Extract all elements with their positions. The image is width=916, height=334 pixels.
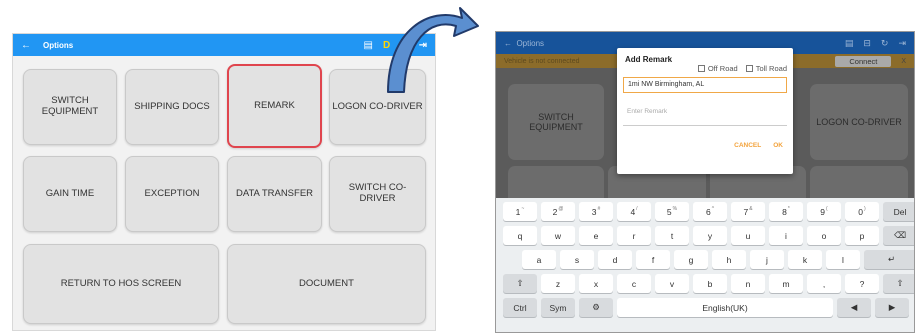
key-digit-5[interactable]: 5% (655, 202, 689, 221)
key-h[interactable]: h (712, 250, 746, 269)
switch-equipment-button-dimmed: SWITCH EQUIPMENT (508, 84, 604, 160)
message-icon: ▤ (844, 37, 854, 48)
key-backspace[interactable]: ⌫ (883, 226, 914, 245)
switch-equipment-button[interactable]: SWITCH EQUIPMENT (23, 69, 117, 145)
key-d[interactable]: d (598, 250, 632, 269)
key-digit-7[interactable]: 7 & (731, 202, 765, 221)
key-digit-6[interactable]: 6 ^ (693, 202, 727, 221)
page-title: Options (43, 40, 74, 50)
add-remark-screen: ← Options ▤ ⊟ ↻ ⇥ Vehicle is not connect… (495, 31, 915, 333)
on-screen-keyboard: 1 ~2 @3 #4/5% 6 ^ 7 & 8 * 9(0) Del q w e r t y u i o p ⌫ a s d f g h… (496, 198, 914, 332)
key-shift-left[interactable]: ⇧ (503, 274, 537, 293)
key-i[interactable]: i (769, 226, 803, 245)
location-field[interactable]: 1mi NW Birmingham, AL (623, 77, 787, 93)
key-shift-right[interactable]: ⇧ (883, 274, 914, 293)
close-warning-button[interactable]: X (901, 58, 906, 65)
key-f[interactable]: f (636, 250, 670, 269)
key-m[interactable]: m (769, 274, 803, 293)
key-digit-1[interactable]: 1 ~ (503, 202, 537, 221)
key-digit-4[interactable]: 4/ (617, 202, 651, 221)
key-space[interactable]: English(UK) (617, 298, 833, 317)
key-c[interactable]: c (617, 274, 651, 293)
key-z[interactable]: z (541, 274, 575, 293)
key-s[interactable]: s (560, 250, 594, 269)
switch-co-driver-button[interactable]: SWITCH CO- DRIVER (329, 156, 426, 232)
dimmed-status-icons: ▤ ⊟ ↻ ⇥ (845, 38, 906, 49)
transition-arrow-icon (387, 7, 479, 93)
key-y[interactable]: y (693, 226, 727, 245)
key-u[interactable]: u (731, 226, 765, 245)
key-digit-2[interactable]: 2 @ (541, 202, 575, 221)
logon-co-driver-button-dimmed: LOGON CO-DRIVER (810, 84, 908, 160)
key-k[interactable]: k (788, 250, 822, 269)
key-comma[interactable]: , (807, 274, 841, 293)
key-g[interactable]: g (674, 250, 708, 269)
return-to-hos-screen-button[interactable]: RETURN TO HOS SCREEN (23, 244, 219, 324)
refresh-icon: ↻ (880, 37, 889, 48)
back-arrow-icon: ← (504, 38, 517, 48)
shipping-docs-button[interactable]: SHIPPING DOCS (125, 69, 219, 145)
back-arrow-icon[interactable]: ← (21, 40, 31, 51)
gain-time-button[interactable]: GAIN TIME (23, 156, 117, 232)
key-q[interactable]: q (503, 226, 537, 245)
key-l[interactable]: l (826, 250, 860, 269)
key-question[interactable]: ? (845, 274, 879, 293)
key-enter[interactable]: ↵ (864, 250, 914, 269)
key-settings[interactable]: ⚙ (579, 298, 613, 317)
key-v[interactable]: v (655, 274, 689, 293)
key-digit-0[interactable]: 0) (845, 202, 879, 221)
exception-button[interactable]: EXCEPTION (125, 156, 219, 232)
logout-icon: ⇥ (898, 37, 906, 48)
road-checkboxes: Off Road Toll Road (697, 64, 787, 73)
remark-button[interactable]: REMARK (227, 64, 322, 148)
data-transfer-button[interactable]: DATA TRANSFER (227, 156, 322, 232)
key-ctrl[interactable]: Ctrl (503, 298, 537, 317)
comparison-figure: ← Options ▤ D ⊟ ⇥ SWITCHEQUIPMENTSHIPPIN… (0, 0, 916, 334)
key-p[interactable]: p (845, 226, 879, 245)
remark-input[interactable]: Enter Remark (623, 102, 787, 126)
dimmed-title: Options (516, 38, 545, 48)
key-n[interactable]: n (731, 274, 765, 293)
key-sym[interactable]: Sym (541, 298, 575, 317)
key-delete[interactable]: Del (883, 202, 914, 221)
off-road-checkbox[interactable]: Off Road (697, 64, 738, 73)
key-t[interactable]: t (655, 226, 689, 245)
ok-button[interactable]: OK (773, 142, 783, 149)
add-remark-dialog: Add Remark Off Road Toll Road 1mi NW Bir… (617, 48, 793, 174)
key-digit-9[interactable]: 9( (807, 202, 841, 221)
key-digit-8[interactable]: 8 * (769, 202, 803, 221)
dialog-actions: CANCEL OK (734, 142, 783, 149)
dialog-title: Add Remark (625, 55, 673, 64)
cancel-button[interactable]: CANCEL (734, 142, 761, 149)
ethernet-icon: ⊟ (863, 37, 871, 48)
key-digit-3[interactable]: 3 # (579, 202, 613, 221)
key-left-arrow[interactable]: ◀ (837, 298, 871, 317)
key-o[interactable]: o (807, 226, 841, 245)
key-e[interactable]: e (579, 226, 613, 245)
warning-text: Vehicle is not connected (504, 57, 580, 65)
document-button[interactable]: DOCUMENT (227, 244, 426, 324)
toll-road-checkbox[interactable]: Toll Road (745, 64, 787, 73)
key-r[interactable]: r (617, 226, 651, 245)
key-w[interactable]: w (541, 226, 575, 245)
key-x[interactable]: x (579, 274, 613, 293)
key-right-arrow[interactable]: ▶ (875, 298, 909, 317)
key-a[interactable]: a (522, 250, 556, 269)
key-b[interactable]: b (693, 274, 727, 293)
key-j[interactable]: j (750, 250, 784, 269)
connect-button[interactable]: Connect (835, 55, 892, 67)
